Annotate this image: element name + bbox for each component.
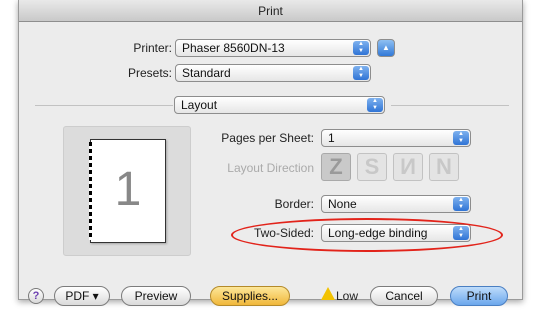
layout-direction-label: Layout Direction [227, 161, 314, 175]
direction-n[interactable]: N [429, 153, 459, 181]
direction-s[interactable]: S [357, 153, 387, 181]
divider-left [35, 105, 173, 106]
printer-label: Printer: [133, 41, 172, 55]
print-button[interactable]: Print [450, 286, 508, 306]
section-popup[interactable]: Layout ▲ ▼ [174, 96, 385, 114]
highlight-ellipse [231, 218, 503, 252]
layout-preview: 1 [63, 126, 191, 256]
direction-z[interactable]: Z [321, 153, 351, 181]
printer-value: Phaser 8560DN-13 [182, 41, 285, 55]
disclosure-button[interactable]: ▲ [377, 39, 395, 57]
border-label: Border: [274, 197, 314, 211]
supplies-button[interactable]: Supplies... [210, 286, 290, 306]
preview-page: 1 [89, 139, 166, 243]
dialog-title: Print [19, 0, 522, 22]
section-value: Layout [181, 98, 218, 112]
up-down-arrows-icon: ▲ ▼ [353, 41, 369, 55]
up-down-arrows-icon: ▲ ▼ [453, 197, 469, 211]
preview-page-number: 1 [114, 163, 142, 216]
preview-button[interactable]: Preview [121, 286, 191, 306]
triangle-up-icon: ▲ [382, 43, 390, 52]
printer-popup[interactable]: Phaser 8560DN-13 ▲ ▼ [175, 39, 371, 57]
up-down-arrows-icon: ▲ ▼ [353, 66, 369, 80]
up-down-arrows-icon: ▲ ▼ [367, 98, 383, 112]
direction-reverse-n[interactable]: И [393, 153, 423, 181]
help-button[interactable]: ? [28, 288, 44, 304]
presets-label: Presets: [127, 66, 172, 80]
pages-per-sheet-value: 1 [328, 131, 335, 145]
pages-per-sheet-label: Pages per Sheet: [221, 131, 314, 145]
border-popup[interactable]: None ▲ ▼ [321, 195, 471, 213]
pdf-button[interactable]: PDF ▾ [54, 286, 110, 306]
border-value: None [328, 197, 357, 211]
supply-status: Low [336, 289, 359, 303]
presets-popup[interactable]: Standard ▲ ▼ [175, 64, 371, 82]
print-dialog: Print Printer: Phaser 8560DN-13 ▲ ▼ ▲ Pre… [18, 0, 523, 306]
up-down-arrows-icon: ▲ ▼ [453, 131, 469, 145]
presets-value: Standard [182, 66, 231, 80]
cancel-button[interactable]: Cancel [370, 286, 438, 306]
divider-right [391, 105, 509, 106]
warning-triangle-icon [321, 287, 335, 300]
pages-per-sheet-popup[interactable]: 1 ▲ ▼ [321, 129, 471, 147]
